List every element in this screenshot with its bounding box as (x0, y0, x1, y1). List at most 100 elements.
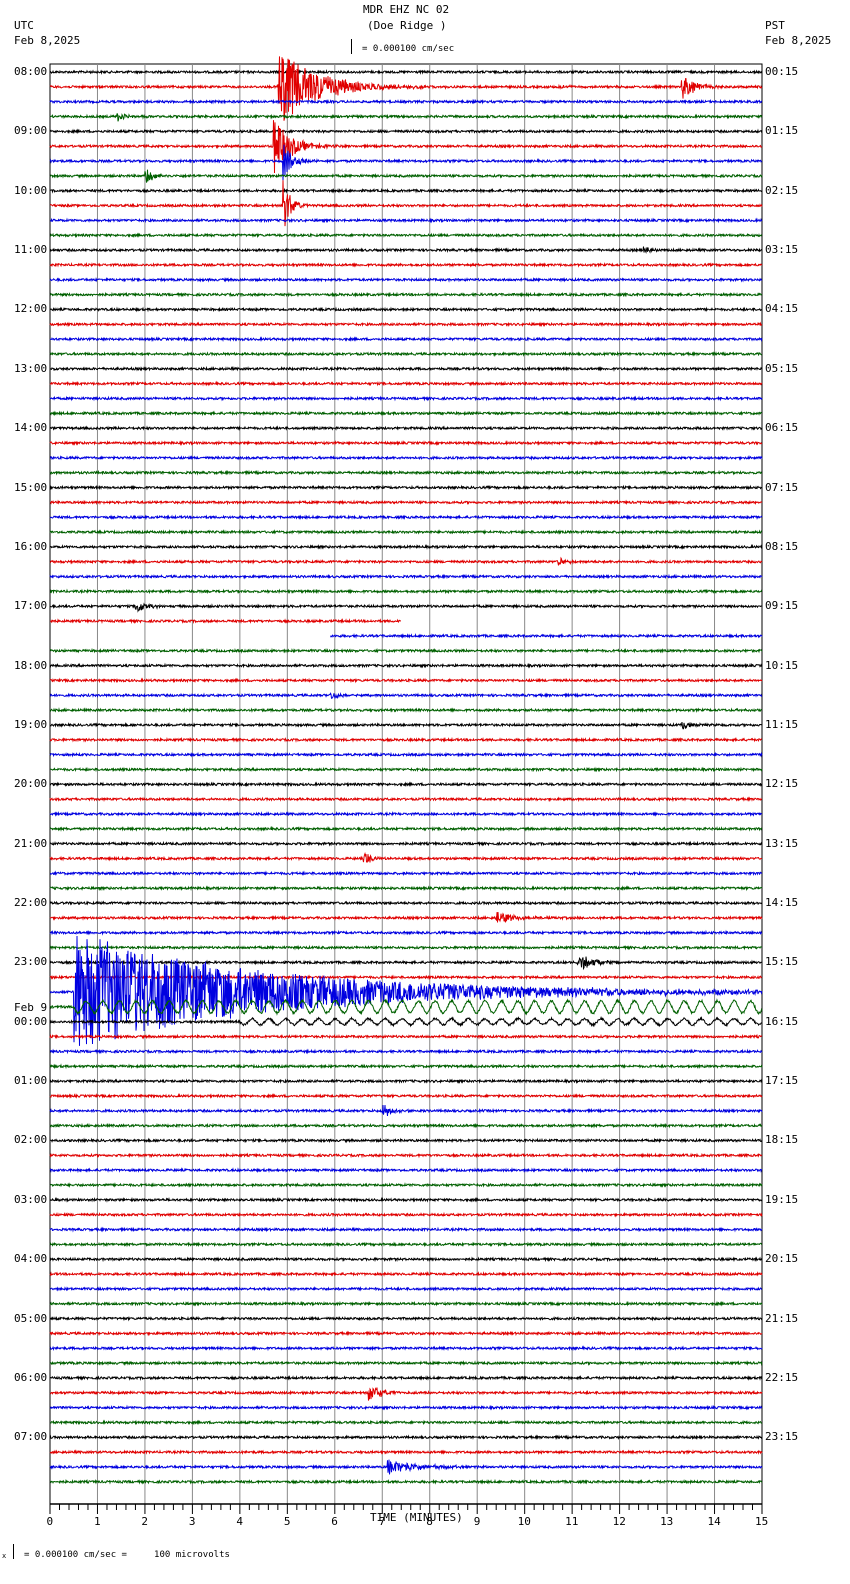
utc-hour-label: 16:00 (14, 539, 48, 553)
seismic-trace (49, 885, 763, 892)
x-tick-label: 9 (473, 1515, 481, 1528)
x-tick-label: 6 (331, 1515, 338, 1528)
seismic-trace (49, 1182, 763, 1188)
seismic-trace (49, 351, 763, 357)
seismic-trace (49, 1092, 763, 1099)
seismic-trace (49, 912, 763, 923)
seismic-trace (49, 825, 763, 832)
utc-hour-label: 20:00 (14, 777, 48, 791)
x-tick-label: 13 (660, 1515, 674, 1528)
x-tick-label: 3 (188, 1515, 196, 1528)
seismic-trace (49, 974, 763, 981)
footer-scale-note: = 0.000100 cm/sec = 100 microvolts (24, 1550, 230, 1560)
seismic-trace (49, 870, 763, 877)
seismic-trace (49, 602, 763, 613)
x-tick-label: 5 (283, 1515, 291, 1528)
utc-hour-label: 22:00 (14, 896, 48, 910)
pst-hour-label: 14:15 (765, 896, 799, 910)
seismic-trace (49, 647, 763, 654)
seismic-trace (49, 1104, 763, 1117)
pst-hour-label: 00:15 (765, 65, 799, 78)
seismic-trace (49, 1478, 763, 1485)
pst-hour-label: 22:15 (765, 1370, 799, 1384)
seismic-trace (49, 169, 763, 183)
pst-hour-label: 04:15 (765, 302, 799, 316)
seismic-trace (49, 691, 762, 700)
seismic-trace (49, 336, 763, 343)
seismic-trace (50, 620, 762, 622)
seismic-trace (49, 1196, 763, 1203)
seismic-trace (49, 425, 763, 432)
utc-hour-label: 11:00 (14, 243, 48, 257)
x-tick-label: 15 (755, 1515, 769, 1528)
seismic-trace (49, 261, 763, 268)
seismic-trace (49, 588, 763, 595)
seismic-trace (49, 956, 763, 971)
seismic-trace (49, 113, 763, 122)
x-tick-label: 8 (426, 1515, 433, 1528)
seismic-trace (49, 1137, 763, 1144)
seismic-trace (49, 1360, 763, 1366)
seismic-trace (49, 811, 763, 818)
utc-hour-label: 13:00 (14, 361, 48, 375)
utc-hour-label: 18:00 (14, 658, 48, 672)
seismic-trace (49, 1241, 763, 1248)
seismic-trace (49, 1271, 763, 1278)
utc-hour-label: 03:00 (14, 1192, 48, 1206)
pst-hour-label: 03:15 (765, 243, 799, 257)
pst-hour-label: 13:15 (765, 836, 799, 850)
helicorder-plot (0, 56, 850, 1514)
seismic-trace (49, 1256, 763, 1263)
seismic-trace (49, 781, 763, 788)
seismic-trace (49, 736, 763, 743)
pst-hour-label: 18:15 (765, 1133, 799, 1147)
seismic-trace (49, 1226, 763, 1233)
utc-hour-label: 02:00 (14, 1133, 48, 1147)
utc-hour-label: 19:00 (14, 717, 48, 731)
utc-hour-label: 23:00 (14, 955, 48, 969)
utc-hour-label: 10:00 (14, 183, 48, 197)
seismic-trace (49, 98, 763, 105)
x-tick-label: 10 (517, 1515, 531, 1528)
seismic-trace (330, 632, 763, 639)
pst-hour-label: 10:15 (765, 658, 799, 672)
seismic-trace (49, 291, 763, 298)
pst-hour-label: 20:15 (765, 1252, 799, 1266)
x-tick-label: 14 (707, 1515, 721, 1528)
seismic-trace (49, 796, 763, 803)
utc-hour-label: 09:00 (14, 124, 48, 138)
seismic-trace (50, 1078, 763, 1085)
x-tick-label: 4 (236, 1515, 243, 1528)
seismic-trace (49, 1300, 763, 1307)
pst-hour-label: 11:15 (765, 717, 799, 731)
pst-hour-label: 02:15 (765, 183, 799, 197)
pst-hour-label: 17:15 (765, 1074, 799, 1088)
utc-hour-label: 12:00 (14, 302, 48, 316)
seismic-trace (49, 180, 763, 227)
seismic-trace (49, 944, 763, 951)
seismic-trace (49, 246, 763, 254)
seismic-trace (49, 573, 763, 580)
seismic-trace (49, 306, 763, 313)
seismic-trace (49, 469, 763, 476)
seismic-trace (49, 187, 763, 194)
seismic-trace (49, 721, 763, 730)
x-tick-label: 0 (46, 1515, 54, 1528)
seismic-trace (49, 395, 763, 402)
seismic-trace (49, 1033, 763, 1040)
seismic-trace (49, 440, 763, 447)
pst-hour-label: 12:15 (765, 777, 799, 791)
seismic-trace (49, 499, 763, 506)
seismic-trace (49, 1048, 763, 1055)
seismic-trace (49, 1345, 763, 1352)
seismic-trace (49, 677, 763, 684)
seismic-trace (49, 529, 763, 535)
utc-hour-label: 04:00 (14, 1252, 48, 1266)
pst-hour-label: 16:15 (765, 1014, 799, 1028)
seismic-trace (49, 929, 763, 936)
footer-scale-bar-icon (13, 1544, 14, 1559)
seismic-trace (49, 56, 763, 121)
pst-hour-label: 21:15 (765, 1311, 799, 1325)
utc-hour-label: 06:00 (14, 1370, 48, 1384)
utc-hour-label: 01:00 (14, 1074, 48, 1088)
